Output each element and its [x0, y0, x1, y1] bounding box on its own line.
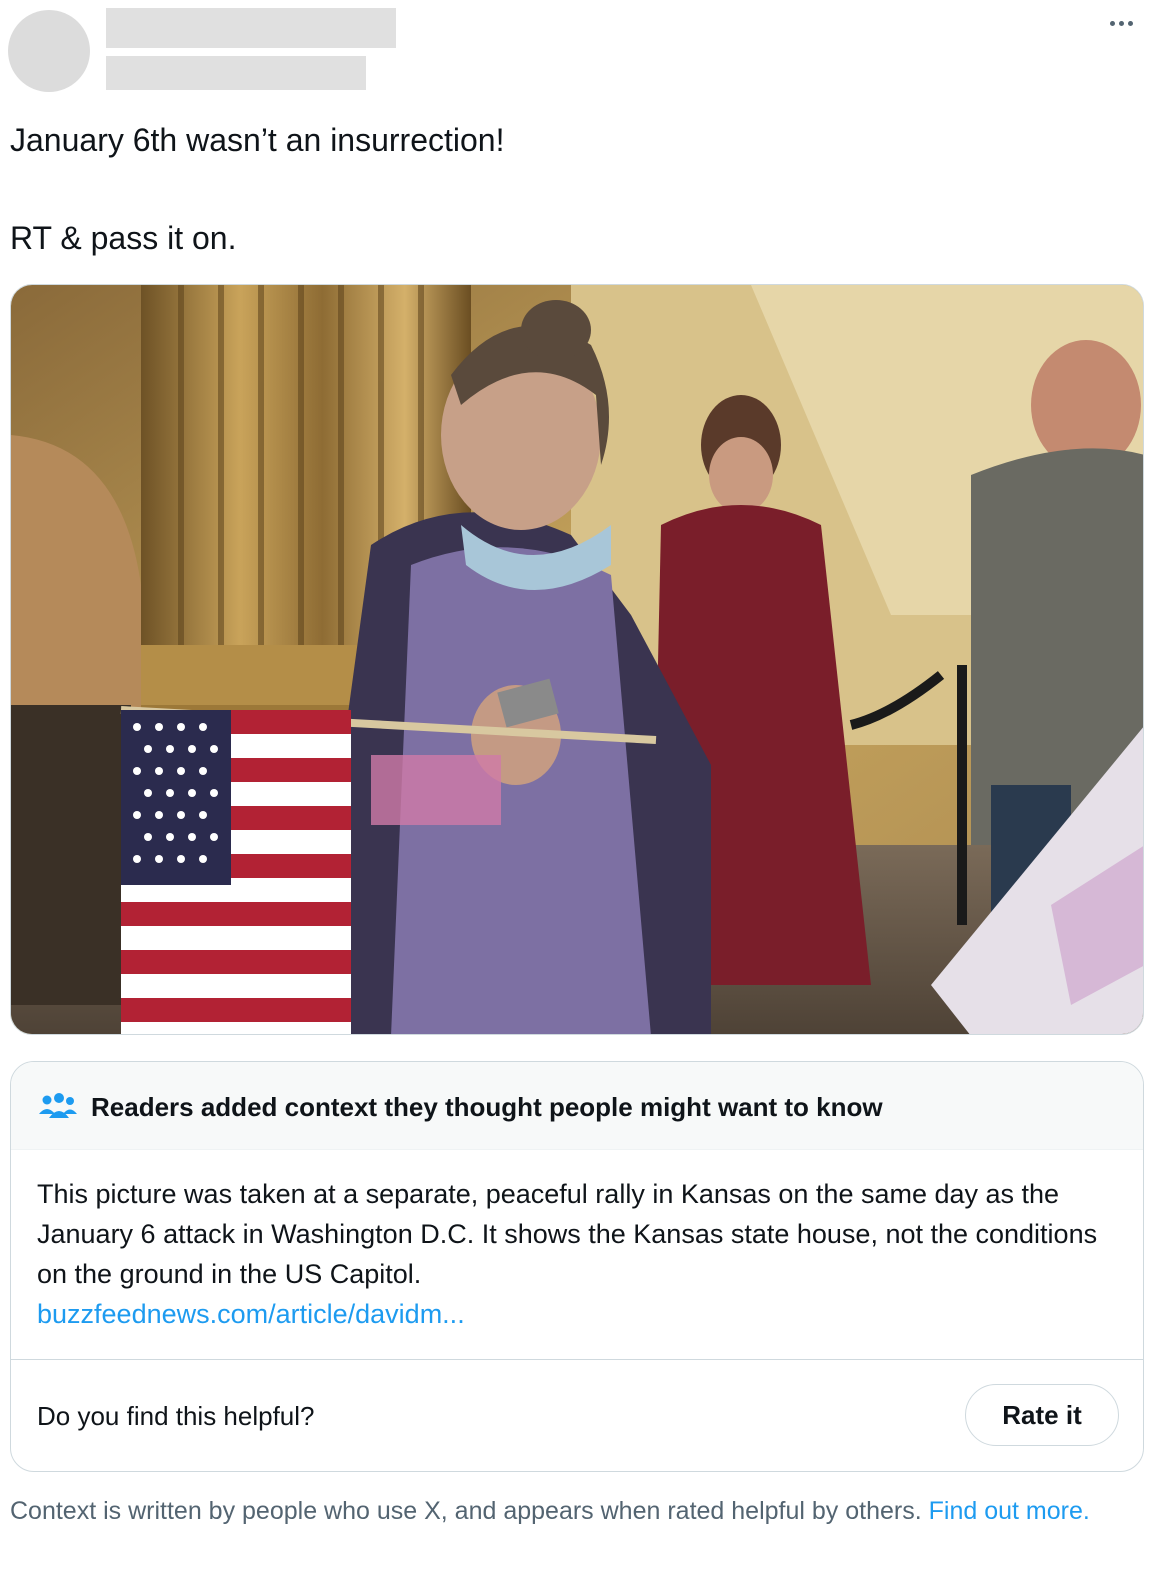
- redacted-display-name: [106, 8, 396, 48]
- people-group-icon: [39, 1093, 77, 1118]
- avatar[interactable]: [8, 10, 90, 92]
- more-dot-icon: [1109, 20, 1115, 26]
- more-dot-icon: [1118, 20, 1124, 26]
- context-footnote: Context is written by people who use X, …: [10, 1494, 1130, 1528]
- tweet-text-line-1: January 6th wasn’t an insurrection!: [10, 122, 505, 158]
- photo-image: [11, 285, 1143, 1034]
- community-note-source-link[interactable]: buzzfeednews.com/article/davidm...: [37, 1299, 465, 1329]
- community-note-body: This picture was taken at a separate, pe…: [37, 1174, 1117, 1334]
- context-footnote-text: Context is written by people who use X, …: [10, 1497, 922, 1525]
- community-note-text: This picture was taken at a separate, pe…: [37, 1179, 1098, 1289]
- find-out-more-link[interactable]: Find out more.: [929, 1497, 1090, 1525]
- more-options-button[interactable]: [1103, 8, 1139, 38]
- community-note-header: Readers added context they thought peopl…: [11, 1062, 1143, 1150]
- more-dot-icon: [1127, 20, 1133, 26]
- helpful-question: Do you find this helpful?: [37, 1401, 315, 1431]
- tweet-text-line-2: RT & pass it on.: [10, 220, 237, 256]
- community-note-heading: Readers added context they thought peopl…: [91, 1092, 883, 1122]
- community-note-card: Readers added context they thought peopl…: [10, 1061, 1144, 1472]
- rate-it-button[interactable]: Rate it: [965, 1384, 1119, 1446]
- tweet-page: January 6th wasn’t an insurrection! RT &…: [0, 0, 1163, 1582]
- redacted-handle: [106, 56, 366, 90]
- tweet-photo[interactable]: [10, 284, 1144, 1035]
- divider: [11, 1359, 1143, 1360]
